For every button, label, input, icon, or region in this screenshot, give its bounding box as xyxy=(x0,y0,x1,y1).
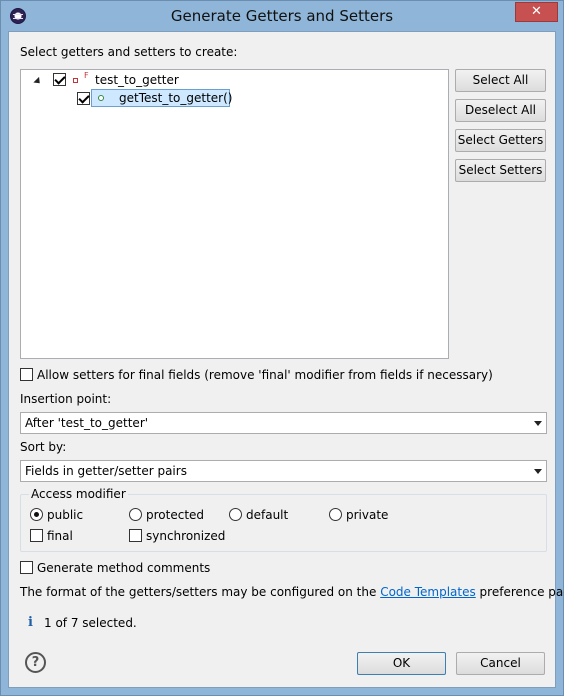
radio-public-label: public xyxy=(47,508,84,522)
generate-comments-label: Generate method comments xyxy=(37,561,211,575)
field-icon xyxy=(73,78,78,83)
insertion-point-value: After 'test_to_getter' xyxy=(25,416,149,430)
chevron-down-icon xyxy=(534,421,542,426)
access-modifier-group: Access modifier public protected default… xyxy=(20,487,547,552)
code-templates-link[interactable]: Code Templates xyxy=(380,585,476,599)
selection-status: 1 of 7 selected. xyxy=(44,616,137,630)
final-marker: F xyxy=(84,71,89,80)
radio-protected-label: protected xyxy=(146,508,205,522)
radio-protected[interactable] xyxy=(129,508,142,521)
radio-public[interactable] xyxy=(30,508,43,521)
select-getters-button[interactable]: Select Getters xyxy=(455,129,546,152)
synchronized-label: synchronized xyxy=(146,529,226,543)
insertion-point-select[interactable]: After 'test_to_getter' xyxy=(20,412,547,434)
allow-setters-final-checkbox[interactable] xyxy=(20,368,33,381)
radio-private-label: private xyxy=(346,508,389,522)
access-modifier-title: Access modifier xyxy=(29,487,128,501)
generate-comments-checkbox[interactable] xyxy=(20,561,33,574)
cancel-button[interactable]: Cancel xyxy=(456,652,545,675)
radio-default[interactable] xyxy=(229,508,242,521)
chevron-down-icon xyxy=(534,469,542,474)
members-tree[interactable]: F test_to_getter getTest_to_getter() xyxy=(20,69,449,359)
field-checkbox[interactable] xyxy=(53,73,66,86)
select-all-button[interactable]: Select All xyxy=(455,69,546,92)
info-icon: i xyxy=(28,615,33,630)
dialog-content: Select getters and setters to create: F … xyxy=(8,31,564,688)
ok-button[interactable]: OK xyxy=(357,652,446,675)
dialog-window: Generate Getters and Setters ✕ Select ge… xyxy=(0,0,564,696)
format-note: The format of the getters/setters may be… xyxy=(20,585,564,599)
format-note-prefix: The format of the getters/setters may be… xyxy=(20,585,381,599)
synchronized-checkbox[interactable] xyxy=(129,529,142,542)
radio-private[interactable] xyxy=(329,508,342,521)
sort-by-label: Sort by: xyxy=(20,440,67,454)
title-bar[interactable]: Generate Getters and Setters ✕ xyxy=(1,1,563,31)
sort-by-value: Fields in getter/setter pairs xyxy=(25,464,187,478)
insertion-point-label: Insertion point: xyxy=(20,392,112,406)
field-label[interactable]: test_to_getter xyxy=(95,73,179,87)
sort-by-select[interactable]: Fields in getter/setter pairs xyxy=(20,460,547,482)
public-method-icon xyxy=(98,95,104,101)
method-label: getTest_to_getter() xyxy=(119,91,233,105)
allow-setters-final-label: Allow setters for final fields (remove '… xyxy=(37,368,493,382)
close-button[interactable]: ✕ xyxy=(515,2,558,22)
radio-default-label: default xyxy=(246,508,289,522)
select-setters-button[interactable]: Select Setters xyxy=(455,159,546,182)
method-checkbox[interactable] xyxy=(77,92,90,105)
deselect-all-button[interactable]: Deselect All xyxy=(455,99,546,122)
tree-section-label: Select getters and setters to create: xyxy=(20,45,238,59)
window-title: Generate Getters and Setters xyxy=(170,7,394,25)
help-icon[interactable]: ? xyxy=(25,652,46,673)
method-row-selected[interactable]: getTest_to_getter() xyxy=(91,89,233,107)
final-label: final xyxy=(47,529,73,543)
final-checkbox[interactable] xyxy=(30,529,43,542)
format-note-suffix: preference page. xyxy=(479,585,564,599)
collapse-triangle-icon[interactable] xyxy=(33,76,43,87)
